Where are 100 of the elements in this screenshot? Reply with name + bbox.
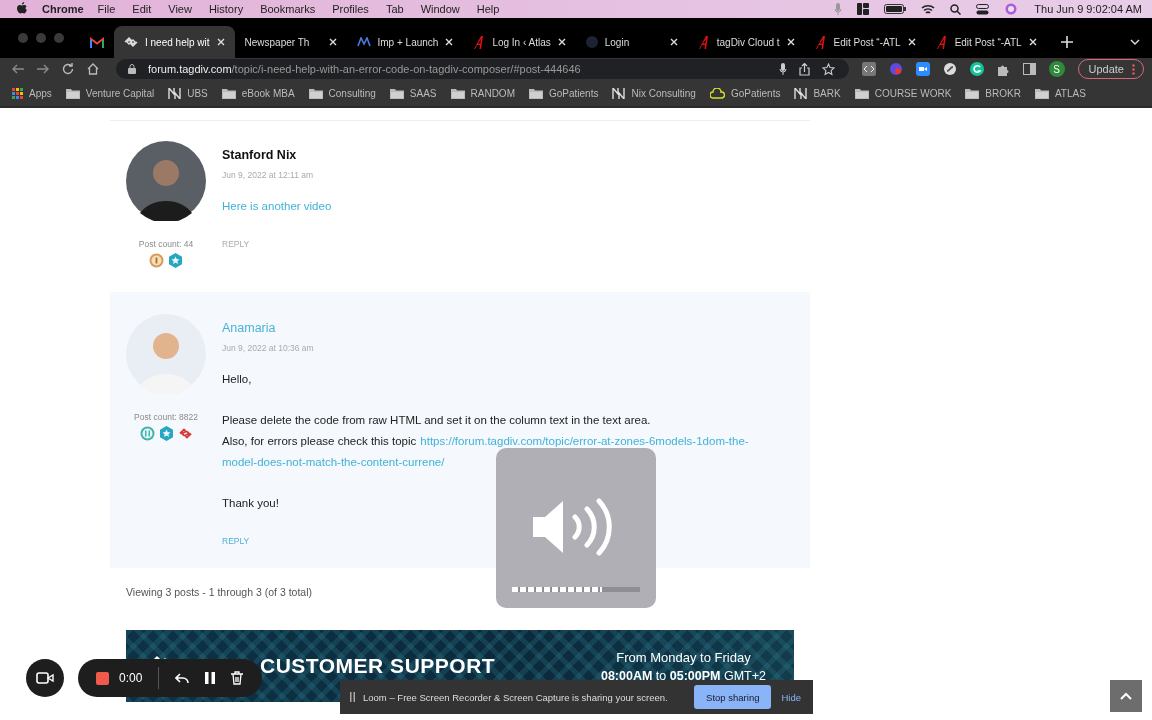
kebab-icon <box>1132 63 1135 75</box>
folder-icon <box>965 87 980 99</box>
menu-item[interactable]: Help <box>476 3 500 15</box>
battery-icon[interactable] <box>884 4 907 14</box>
code-icon[interactable] <box>861 62 876 76</box>
bookmark[interactable]: Nix Consulting <box>612 87 696 99</box>
layout-icon[interactable] <box>857 3 870 15</box>
chevron-down-icon[interactable] <box>1130 39 1140 45</box>
url-text: forum.tagdiv.com/topic/i-need-help-with-an-error-code-on-tagdiv-composer/#post-444646 <box>148 63 582 75</box>
wave-logo-icon <box>356 37 371 47</box>
browser-tab[interactable]: Edit Post “-ATL <box>804 26 926 58</box>
home-icon[interactable] <box>87 63 99 75</box>
banner-days: From Monday to Friday <box>616 649 751 665</box>
browser-tab[interactable]: I need help wit <box>114 26 235 58</box>
folder-icon <box>854 87 869 99</box>
control-center-icon[interactable] <box>976 3 991 15</box>
browser-tab[interactable]: Newspaper Th <box>234 26 347 58</box>
post-count: Post count: 8822 <box>134 412 198 422</box>
bookmark[interactable]: GoPatients <box>528 87 599 99</box>
menu-item[interactable]: Tab <box>385 3 404 15</box>
circle-icon <box>585 36 598 48</box>
microphone-icon[interactable] <box>778 63 787 75</box>
medal-badge-icon <box>149 253 164 268</box>
bookmark[interactable]: SAAS <box>389 87 437 99</box>
search-icon[interactable] <box>950 3 962 15</box>
new-tab-icon[interactable] <box>1060 36 1073 48</box>
close-icon[interactable] <box>557 38 566 46</box>
profile-avatar[interactable]: S <box>1048 61 1065 77</box>
close-icon[interactable] <box>445 38 454 46</box>
logo-icon <box>794 87 808 99</box>
menu-app-name[interactable]: Chrome <box>42 3 84 15</box>
bookmark[interactable]: GoPatients <box>709 87 781 99</box>
bookmark[interactable]: eBook MBA <box>221 87 295 99</box>
menu-item[interactable]: Bookmarks <box>260 3 316 15</box>
menu-clock[interactable]: Thu Jun 9 9:02:04 AM <box>1034 3 1142 15</box>
browser-tab[interactable]: Imp + Launch <box>346 26 464 58</box>
browser-tab[interactable]: Login <box>575 26 688 58</box>
wifi-icon[interactable] <box>921 3 936 15</box>
folder-icon <box>65 87 80 99</box>
browser-tab[interactable]: Edit Post “-ATL <box>925 26 1047 58</box>
browser-tab[interactable]: Log In ‹ Atlas <box>463 26 576 58</box>
chain-icon <box>124 37 138 47</box>
stop-icon[interactable] <box>96 671 109 685</box>
post-date: Jun 9, 2022 at 12:11 am <box>222 170 314 180</box>
close-icon[interactable] <box>669 38 678 46</box>
folder-icon <box>389 87 404 99</box>
camera-button[interactable] <box>26 659 64 697</box>
menu-item[interactable]: History <box>208 3 244 15</box>
folder-icon <box>528 87 543 99</box>
menu-item[interactable]: File <box>97 3 116 15</box>
close-icon[interactable] <box>216 38 225 46</box>
folder-icon <box>450 87 465 99</box>
bookmark[interactable]: RANDOM <box>450 87 515 99</box>
post-text: Hello, <box>222 373 252 385</box>
menu-item[interactable]: Profiles <box>332 3 369 15</box>
stop-sharing-button[interactable]: Stop sharing <box>694 685 772 709</box>
address-bar[interactable]: forum.tagdiv.com/topic/i-need-help-with-an-error-code-on-tagdiv-composer/#post-444646 <box>116 59 849 79</box>
bookmark[interactable]: COURSE WORK <box>854 87 952 99</box>
author-name: Stanford Nix <box>222 148 297 162</box>
trash-icon[interactable] <box>231 671 244 685</box>
slash-logo-icon <box>935 35 948 49</box>
scroll-to-top-button[interactable] <box>1110 680 1142 712</box>
reload-icon[interactable] <box>62 63 74 75</box>
banner-hours: 08:00AM to 05:00PM GMT+2 <box>600 668 766 683</box>
folder-icon <box>1034 87 1049 99</box>
apple-icon[interactable] <box>16 2 28 16</box>
sidebar-icon[interactable] <box>1022 63 1036 75</box>
menu-item[interactable]: View <box>168 3 192 15</box>
bookmark[interactable]: Apps <box>12 87 52 99</box>
share-icon[interactable] <box>798 62 810 76</box>
star-badge-icon <box>158 426 174 441</box>
star-icon[interactable] <box>821 62 835 76</box>
bookmark[interactable]: BROKR <box>965 87 1021 99</box>
close-icon[interactable] <box>786 38 795 46</box>
menu-item[interactable]: Edit <box>132 3 152 15</box>
post-count: Post count: 44 <box>138 239 194 249</box>
g-circle-icon[interactable] <box>969 62 984 76</box>
forward-icon[interactable] <box>37 64 49 74</box>
close-icon[interactable] <box>1028 38 1037 46</box>
bookmark[interactable]: Consulting <box>308 87 376 99</box>
video-camera-icon <box>36 672 54 684</box>
browser-tab[interactable]: tagDiv Cloud t <box>687 26 805 58</box>
medal-badge-icon <box>139 426 155 441</box>
grid-icon <box>12 87 23 99</box>
folder-icon <box>308 87 323 99</box>
banner-title: CUSTOMER SUPPORT <box>260 654 496 678</box>
bookmark[interactable]: UBS <box>168 87 208 99</box>
video-camera-icon[interactable] <box>915 62 930 76</box>
bookmark[interactable]: BARK <box>794 87 841 99</box>
bookmark[interactable]: ATLAS <box>1034 87 1086 99</box>
bookmark[interactable]: Venture Capital <box>65 87 155 99</box>
pause-icon[interactable] <box>205 672 216 684</box>
close-icon[interactable] <box>328 38 337 46</box>
logo-icon <box>612 87 626 99</box>
menu-item[interactable]: Window <box>420 3 460 15</box>
pagination-summary: Viewing 3 posts - 1 through 3 (of 3 total) <box>126 586 313 598</box>
back-icon[interactable] <box>12 64 24 74</box>
close-icon[interactable] <box>907 38 916 46</box>
undo-icon[interactable] <box>175 672 190 684</box>
post-text: Also, for errors please check this topic <box>222 435 417 447</box>
